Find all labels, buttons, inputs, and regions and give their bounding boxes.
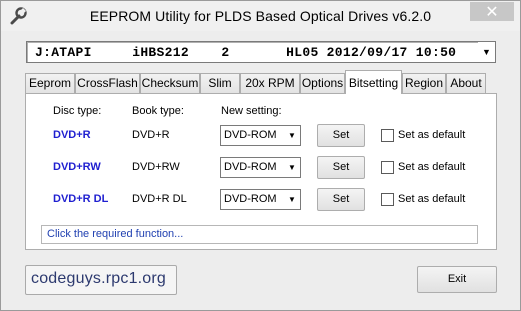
setting-select-dvd-rw[interactable]: DVD-ROM ▼	[220, 157, 301, 178]
tab-region[interactable]: Region	[402, 73, 446, 93]
set-button-dvd-rw[interactable]: Set	[317, 156, 365, 179]
tab-crossflash[interactable]: CrossFlash	[75, 73, 140, 93]
status-text: Click the required function...	[47, 228, 184, 240]
close-icon: ✕	[485, 3, 499, 21]
book-type-dvd-r-dl: DVD+R DL	[132, 193, 187, 205]
setting-value: DVD-ROM	[224, 161, 277, 173]
status-bar: Click the required function...	[41, 225, 478, 244]
website-link[interactable]: codeguys.rpc1.org	[31, 270, 166, 288]
tab-eeprom[interactable]: Eeprom	[25, 73, 75, 93]
default-label-dvd-r-dl: Set as default	[398, 193, 466, 205]
setting-select-dvd-r[interactable]: DVD-ROM ▼	[220, 125, 301, 146]
tab-about[interactable]: About	[446, 73, 486, 93]
website-link-box[interactable]: codeguys.rpc1.org	[25, 265, 177, 295]
book-type-dvd-r: DVD+R	[132, 129, 170, 141]
setting-value: DVD-ROM	[224, 129, 277, 141]
drive-select-value: J:ATAPI iHBS212 2 HL05 2012/09/17 10:50	[35, 45, 457, 60]
default-checkbox-dvd-r-dl[interactable]	[381, 193, 394, 206]
setting-value: DVD-ROM	[224, 193, 277, 205]
chevron-down-icon[interactable]: ▼	[478, 42, 495, 62]
default-label-dvd-rw: Set as default	[398, 161, 466, 173]
default-checkbox-dvd-rw[interactable]	[381, 161, 394, 174]
disc-type-dvd-r-dl: DVD+R DL	[53, 193, 109, 205]
tab-20x-rpm[interactable]: 20x RPM	[240, 73, 300, 93]
disc-type-dvd-rw: DVD+RW	[53, 161, 101, 173]
default-checkbox-dvd-r[interactable]	[381, 129, 394, 142]
book-type-dvd-rw: DVD+RW	[132, 161, 180, 173]
default-label-dvd-r: Set as default	[398, 129, 466, 141]
tab-options[interactable]: Options	[300, 73, 345, 93]
chevron-down-icon: ▼	[288, 131, 296, 140]
tab-checksum[interactable]: Checksum	[140, 73, 200, 93]
set-button-dvd-r[interactable]: Set	[317, 124, 365, 147]
chevron-down-icon: ▼	[288, 195, 296, 204]
title-bar: EEPROM Utility for PLDS Based Optical Dr…	[1, 1, 520, 31]
book-type-header: Book type:	[132, 105, 184, 117]
drive-select[interactable]: J:ATAPI iHBS212 2 HL05 2012/09/17 10:50 …	[26, 41, 496, 63]
tab-slim[interactable]: Slim	[200, 73, 240, 93]
set-button-dvd-r-dl[interactable]: Set	[317, 188, 365, 211]
disc-type-header: Disc type:	[53, 105, 102, 117]
close-button[interactable]: ✕	[470, 2, 514, 21]
exit-button[interactable]: Exit	[417, 266, 497, 293]
disc-type-dvd-r: DVD+R	[53, 129, 91, 141]
setting-select-dvd-r-dl[interactable]: DVD-ROM ▼	[220, 189, 301, 210]
chevron-down-icon: ▼	[288, 163, 296, 172]
app-window: EEPROM Utility for PLDS Based Optical Dr…	[0, 0, 521, 311]
tab-bitsetting[interactable]: Bitsetting	[345, 70, 402, 94]
window-title: EEPROM Utility for PLDS Based Optical Dr…	[89, 8, 432, 24]
new-setting-header: New setting:	[221, 105, 282, 117]
